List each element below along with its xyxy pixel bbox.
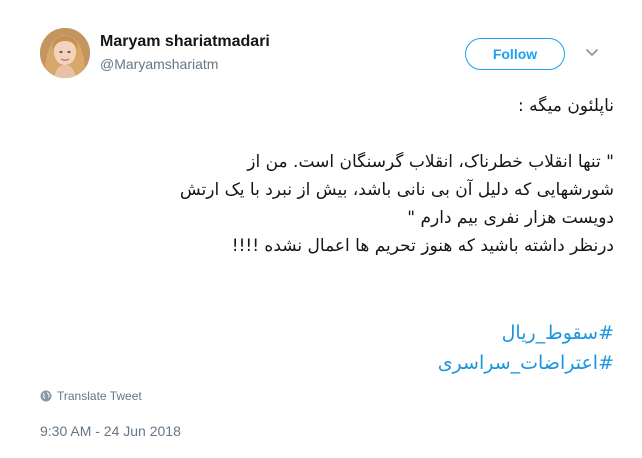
follow-button[interactable]: Follow: [465, 38, 565, 70]
translate-tweet-link[interactable]: Translate Tweet: [40, 389, 142, 403]
user-display-name[interactable]: Maryam shariatmadari: [100, 33, 270, 51]
avatar[interactable]: [40, 28, 90, 78]
chevron-down-icon[interactable]: [585, 48, 599, 58]
hashtag-list: #سقوط_ریال #اعتراضات_سراسری: [24, 318, 614, 378]
avatar-image: [40, 28, 90, 78]
tweet-line: دویست هزار نفری بیم دارم ": [407, 208, 614, 228]
translate-label: Translate Tweet: [57, 389, 142, 403]
tweet-line: شورشهایی که دلیل آن بی نانی باشد، بیش از…: [179, 180, 614, 200]
hashtag-link[interactable]: #اعتراضات_سراسری: [24, 348, 614, 378]
user-handle[interactable]: @Maryamshariatm: [100, 56, 218, 72]
hashtag-link[interactable]: #سقوط_ریال: [24, 318, 614, 348]
tweet-line: " تنها انقلاب خطرناک، انقلاب گرسنگان است…: [247, 152, 614, 172]
tweet-text: ناپلئون میگه : " تنها انقلاب خطرناک، انق…: [24, 92, 614, 260]
tweet-card: Maryam shariatmadari @Maryamshariatm Fol…: [0, 0, 642, 458]
globe-icon: [40, 390, 52, 402]
tweet-timestamp[interactable]: 9:30 AM - 24 Jun 2018: [40, 423, 181, 439]
tweet-line: درنظر داشته باشید که هنوز تحریم ها اعمال…: [231, 236, 614, 256]
tweet-line: ناپلئون میگه :: [518, 96, 614, 116]
